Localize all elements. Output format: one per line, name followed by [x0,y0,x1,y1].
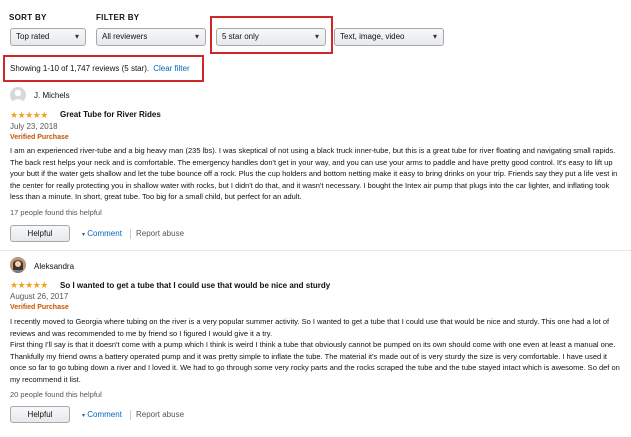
comment-label: Comment [87,410,122,419]
reviewer-name[interactable]: J. Michels [34,91,70,100]
reviewers-dropdown[interactable]: All reviewers ▾ [96,28,206,46]
report-abuse-link[interactable]: Report abuse [136,229,184,238]
review-date: July 23, 2018 [10,122,58,131]
chevron-down-icon: ▾ [432,32,437,41]
format-dropdown[interactable]: Text, image, video ▾ [334,28,444,46]
sort-dropdown-value: Top rated [16,32,50,41]
avatar [10,87,26,103]
user-silhouette-icon [12,89,24,103]
review-body: I recently moved to Georgia where tubing… [10,317,620,384]
helpful-count: 17 people found this helpful [10,208,102,217]
review-summary: Showing 1-10 of 1,747 reviews (5 star). C… [10,64,190,73]
divider [130,229,131,239]
clear-filter-link[interactable]: Clear filter [153,64,189,73]
helpful-count: 20 people found this helpful [10,390,102,399]
star-rating-icon: ★★★★★ [10,280,48,290]
filter-by-label: FILTER BY [96,13,140,22]
chevron-down-icon: ▾ [194,32,199,41]
comment-link[interactable]: ▾ Comment [82,410,122,419]
avatar [10,257,26,273]
report-abuse-link[interactable]: Report abuse [136,410,184,419]
chevron-down-icon: ▾ [82,232,86,238]
helpful-button[interactable]: Helpful [10,406,70,423]
chevron-down-icon: ▾ [82,413,86,419]
verified-purchase-badge: Verified Purchase [10,134,69,141]
verified-purchase-badge: Verified Purchase [10,304,69,311]
user-photo-icon [10,257,26,273]
highlight-box-star-filter [210,16,333,54]
review-date: August 26, 2017 [10,292,69,301]
review-divider [0,250,631,251]
sort-by-label: SORT BY [9,13,47,22]
comment-link[interactable]: ▾ Comment [82,229,122,238]
review-body: I am an experienced river-tube and a big… [10,146,618,202]
format-dropdown-value: Text, image, video [340,32,405,41]
reviewers-dropdown-value: All reviewers [102,32,148,41]
comment-label: Comment [87,229,122,238]
star-rating-icon: ★★★★★ [10,110,48,120]
sort-dropdown[interactable]: Top rated ▾ [10,28,86,46]
review-title[interactable]: Great Tube for River Rides [60,110,161,119]
reviewer-name[interactable]: Aleksandra [34,262,74,271]
showing-text: Showing 1-10 of 1,747 reviews (5 star). [10,64,150,73]
helpful-button[interactable]: Helpful [10,225,70,242]
divider [130,410,131,420]
review-title[interactable]: So I wanted to get a tube that I could u… [60,281,330,290]
chevron-down-icon: ▾ [74,32,79,41]
